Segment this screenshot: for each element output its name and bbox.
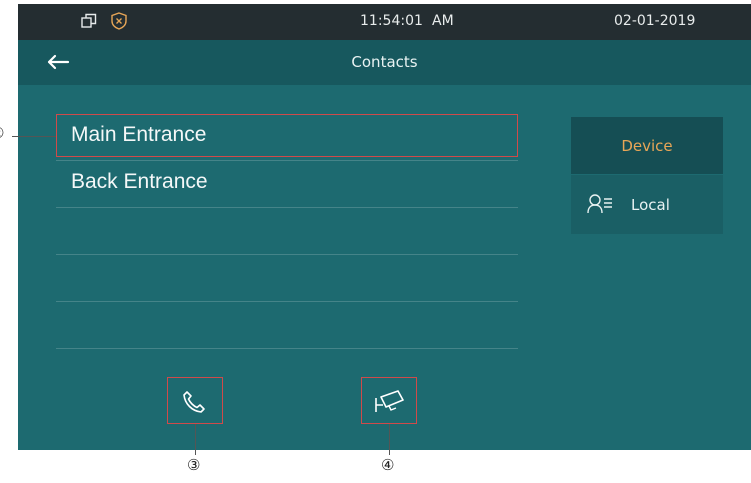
callout-box-monitor [361,377,417,424]
intercom-screen: 11:54:01 AM 02-01-2019 Contacts Main Ent… [18,4,751,450]
callout-number-3: ③ [187,456,201,474]
shield-icon [111,12,127,30]
callout-box-contact [56,114,518,157]
tab-local[interactable]: Local [571,175,723,234]
contact-list-icon [587,194,612,214]
callout-leader-2 [12,136,56,137]
callout-number-4: ④ [381,456,395,474]
callout-box-call [167,377,223,424]
status-bar: 11:54:01 AM 02-01-2019 [18,4,751,40]
status-time: 11:54:01 [360,13,423,29]
callout-leader-4 [389,424,390,455]
tab-device-label: Device [621,137,673,155]
contact-item-empty[interactable] [56,208,518,255]
callout-number-2: ② [0,124,4,142]
status-date: 02-01-2019 [614,13,696,29]
title-bar: Contacts [18,40,751,85]
tab-local-label: Local [631,196,670,214]
page-title: Contacts [351,53,418,71]
contact-item-empty[interactable] [56,255,518,302]
status-ampm: AM [432,13,454,29]
contact-item-empty[interactable] [56,302,518,349]
tab-device[interactable]: Device [571,117,723,174]
contact-item-back-entrance[interactable]: Back Entrance [56,161,518,208]
windows-icon [81,13,97,28]
callout-leader-3 [195,424,196,455]
contact-name: Back Entrance [71,170,208,193]
